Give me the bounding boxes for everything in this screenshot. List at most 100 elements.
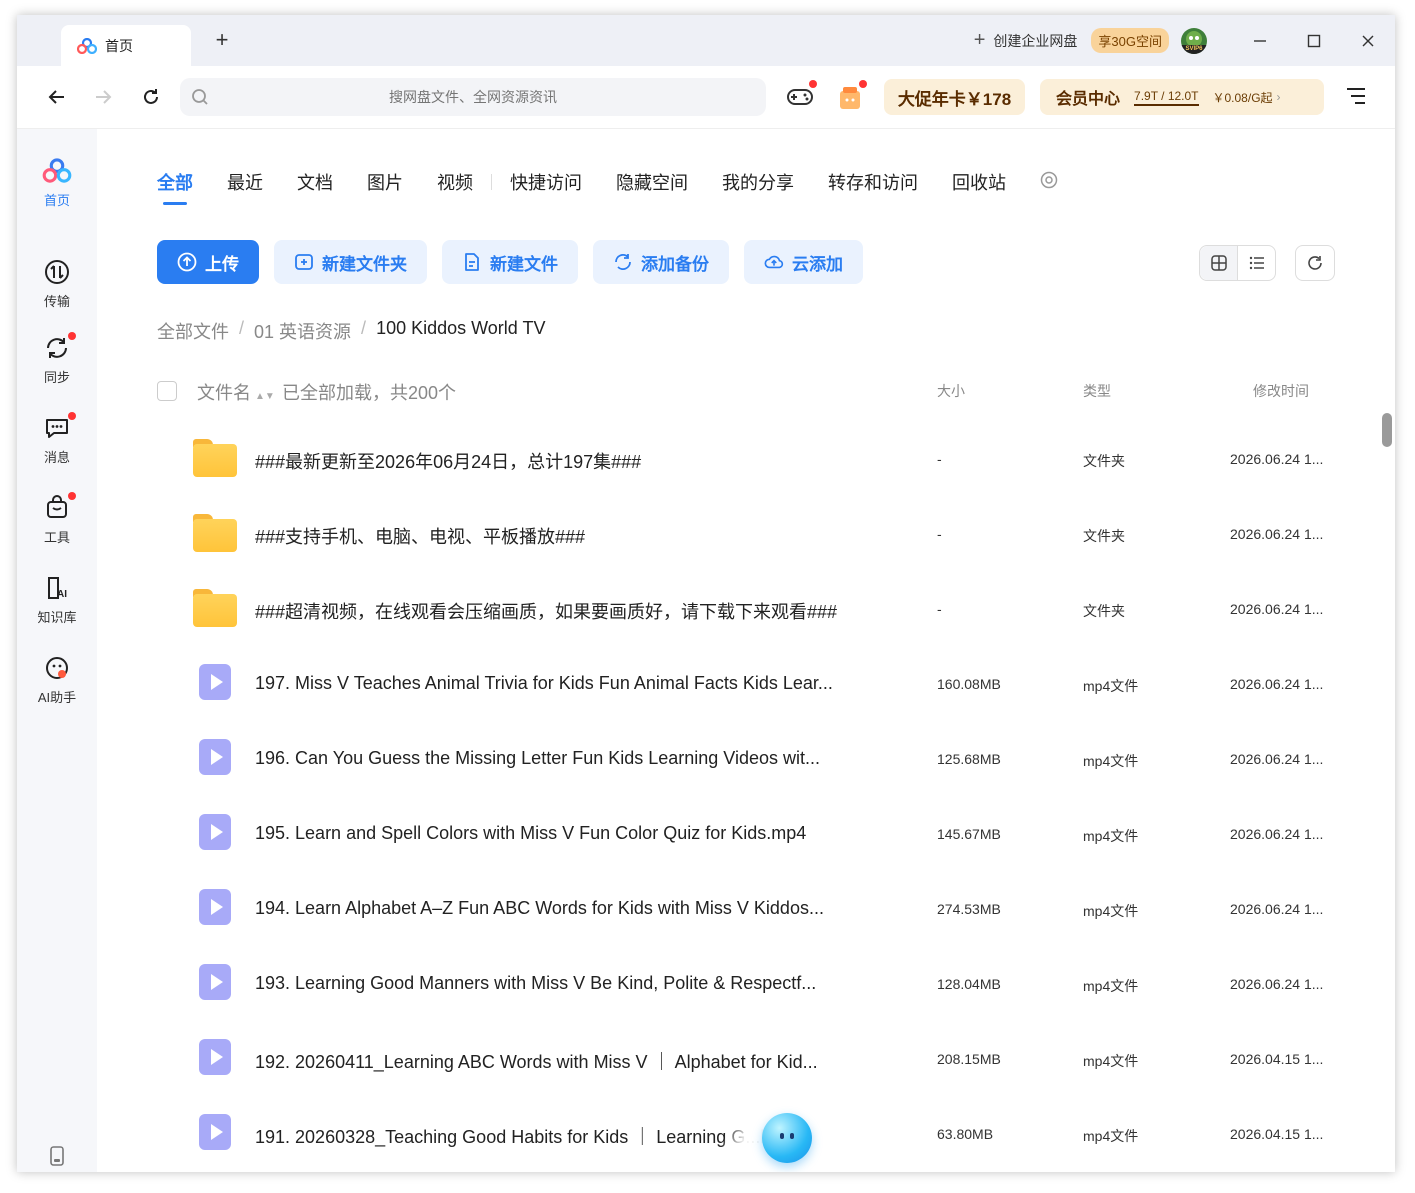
file-modified-time: 2026.04.15 1... bbox=[1230, 1051, 1324, 1067]
tab-all[interactable]: 全部 bbox=[157, 169, 193, 205]
sync-notification-dot bbox=[68, 332, 76, 340]
forward-button[interactable] bbox=[90, 84, 116, 110]
sidebar-item-tools[interactable]: 工具 bbox=[17, 492, 97, 546]
table-row[interactable]: 195. Learn and Spell Colors with Miss V … bbox=[157, 798, 1337, 873]
sidebar-item-transfer[interactable]: 传输 bbox=[17, 257, 97, 310]
action-bar: 上传 新建文件夹 新建文件 添加备份 云添加 bbox=[157, 240, 878, 284]
table-row[interactable]: 193. Learning Good Manners with Miss V B… bbox=[157, 948, 1337, 1023]
table-row[interactable]: 192. 20260411_Learning ABC Words with Mi… bbox=[157, 1023, 1337, 1098]
list-view-button[interactable] bbox=[1238, 246, 1275, 280]
file-name[interactable]: 193. Learning Good Manners with Miss V B… bbox=[255, 973, 816, 994]
tab-images[interactable]: 图片 bbox=[367, 169, 403, 195]
new-file-label: 新建文件 bbox=[490, 254, 558, 274]
upload-button[interactable]: 上传 bbox=[157, 240, 259, 284]
tab-videos[interactable]: 视频 bbox=[437, 169, 473, 195]
vip-center-button[interactable]: 会员中心 7.9T / 12.0T ￥0.08/G起 › bbox=[1040, 79, 1324, 115]
grid-view-button[interactable] bbox=[1200, 246, 1238, 280]
search-input[interactable] bbox=[220, 78, 766, 116]
breadcrumb: 全部文件 / 01 英语资源 / 100 Kiddos World TV bbox=[157, 318, 546, 344]
video-file-icon bbox=[193, 664, 237, 704]
sidebar-item-home[interactable]: 首页 bbox=[17, 156, 97, 209]
create-enterprise-button[interactable]: + 创建企业网盘 bbox=[974, 29, 1078, 52]
tab-hidden-space[interactable]: 隐藏空间 bbox=[616, 169, 688, 195]
column-type[interactable]: 类型 bbox=[1083, 381, 1111, 401]
refresh-list-button[interactable] bbox=[1295, 245, 1335, 281]
file-name[interactable]: 194. Learn Alphabet A–Z Fun ABC Words fo… bbox=[255, 898, 824, 919]
loaded-count: 已全部加载，共200个 bbox=[282, 383, 457, 403]
back-button[interactable] bbox=[44, 84, 70, 110]
assistant-float-button[interactable] bbox=[762, 1113, 812, 1163]
file-name[interactable]: ###最新更新至2026年06月24日，总计197集### bbox=[255, 448, 641, 474]
table-row[interactable]: 197. Miss V Teaches Animal Trivia for Ki… bbox=[157, 648, 1337, 723]
tab-recycle-bin[interactable]: 回收站 bbox=[952, 169, 1006, 195]
breadcrumb-root[interactable]: 全部文件 bbox=[157, 318, 229, 344]
tab-settings-icon[interactable] bbox=[1040, 171, 1058, 194]
video-file-icon bbox=[193, 889, 237, 929]
select-all-checkbox[interactable] bbox=[157, 381, 177, 401]
tab-recent[interactable]: 最近 bbox=[227, 169, 263, 195]
upload-label: 上传 bbox=[205, 254, 239, 274]
tab-home[interactable]: 首页 bbox=[61, 25, 191, 66]
file-type: mp4文件 bbox=[1083, 678, 1139, 694]
avatar[interactable]: SVIP6 bbox=[1181, 27, 1207, 54]
baidu-netdisk-logo-icon bbox=[76, 37, 98, 54]
table-row[interactable]: 194. Learn Alphabet A–Z Fun ABC Words fo… bbox=[157, 873, 1337, 948]
reload-button[interactable] bbox=[138, 84, 164, 110]
promo-annual-card-button[interactable]: 大促年卡￥178 bbox=[884, 79, 1025, 115]
toolbar: 大促年卡￥178 会员中心 7.9T / 12.0T ￥0.08/G起 › bbox=[17, 66, 1395, 129]
file-name[interactable]: 192. 20260411_Learning ABC Words with Mi… bbox=[255, 1048, 818, 1074]
sidebar-device-button[interactable] bbox=[17, 1141, 97, 1172]
sidebar-item-message[interactable]: 消息 bbox=[17, 412, 97, 466]
enjoy-space-badge[interactable]: 享30G空间 bbox=[1091, 28, 1169, 53]
file-name[interactable]: 191. 20260328_Teaching Good Habits for K… bbox=[255, 1123, 785, 1149]
gift-button[interactable] bbox=[835, 80, 867, 112]
new-tab-button[interactable]: + bbox=[211, 29, 233, 51]
breadcrumb-level1[interactable]: 01 英语资源 bbox=[254, 318, 351, 344]
file-name[interactable]: 195. Learn and Spell Colors with Miss V … bbox=[255, 823, 806, 844]
tab-saved-and-visited[interactable]: 转存和访问 bbox=[828, 169, 918, 195]
video-file-icon bbox=[193, 1114, 237, 1154]
file-size: 125.68MB bbox=[937, 751, 1001, 767]
game-notification-dot bbox=[809, 80, 817, 88]
file-modified-time: 2026.06.24 1... bbox=[1230, 826, 1324, 842]
main-content: 全部 最近 文档 图片 视频 快捷访问 隐藏空间 我的分享 转存和访问 回收站 … bbox=[97, 129, 1395, 1172]
sidebar-item-sync[interactable]: 同步 bbox=[17, 332, 97, 386]
table-row[interactable]: ###支持手机、电脑、电视、平板播放### - 文件夹 2026.06.24 1... bbox=[157, 498, 1337, 573]
breadcrumb-separator: / bbox=[239, 318, 245, 338]
folder-icon bbox=[193, 439, 237, 479]
sidebar-item-ai-assistant[interactable]: AI助手 bbox=[17, 653, 97, 706]
minimize-button[interactable] bbox=[1233, 15, 1287, 66]
create-enterprise-label: 创建企业网盘 bbox=[993, 32, 1078, 49]
new-folder-button[interactable]: 新建文件夹 bbox=[274, 240, 427, 284]
tab-my-shares[interactable]: 我的分享 bbox=[722, 169, 794, 195]
new-folder-icon bbox=[294, 252, 314, 272]
tools-icon bbox=[42, 492, 76, 523]
file-name[interactable]: ###支持手机、电脑、电视、平板播放### bbox=[255, 523, 585, 549]
maximize-button[interactable] bbox=[1287, 15, 1341, 66]
cloud-add-button[interactable]: 云添加 bbox=[744, 240, 863, 284]
home-logo-icon bbox=[42, 156, 72, 186]
sidebar-label-sync: 同步 bbox=[43, 370, 70, 385]
game-button[interactable] bbox=[785, 80, 817, 112]
close-button[interactable] bbox=[1341, 15, 1395, 66]
sidebar-item-knowledge-base[interactable]: AI 知识库 bbox=[17, 573, 97, 626]
search-box[interactable] bbox=[180, 78, 766, 116]
file-name[interactable]: 197. Miss V Teaches Animal Trivia for Ki… bbox=[255, 673, 833, 694]
file-modified-time: 2026.06.24 1... bbox=[1230, 976, 1324, 992]
main-menu-button[interactable] bbox=[1345, 86, 1369, 108]
scrollbar-thumb[interactable] bbox=[1382, 413, 1392, 447]
column-size[interactable]: 大小 bbox=[937, 381, 965, 401]
column-filename[interactable]: 文件名 ▲▼ bbox=[197, 379, 275, 405]
tab-quick-access[interactable]: 快捷访问 bbox=[510, 169, 582, 195]
new-file-button[interactable]: 新建文件 bbox=[442, 240, 578, 284]
gift-notification-dot bbox=[859, 80, 867, 88]
table-row[interactable]: ###最新更新至2026年06月24日，总计197集### - 文件夹 2026.06… bbox=[157, 423, 1337, 498]
add-backup-button[interactable]: 添加备份 bbox=[593, 240, 729, 284]
table-row[interactable]: 196. Can You Guess the Missing Letter Fu… bbox=[157, 723, 1337, 798]
tab-documents[interactable]: 文档 bbox=[297, 169, 333, 195]
column-modified[interactable]: 修改时间 bbox=[1253, 381, 1309, 401]
message-icon bbox=[42, 412, 76, 443]
file-name[interactable]: ###超清视频，在线观看会压缩画质，如果要画质好，请下载下来观看### bbox=[255, 598, 837, 624]
file-name[interactable]: 196. Can You Guess the Missing Letter Fu… bbox=[255, 748, 820, 769]
table-row[interactable]: ###超清视频，在线观看会压缩画质，如果要画质好，请下载下来观看### - 文件夹 2… bbox=[157, 573, 1337, 648]
